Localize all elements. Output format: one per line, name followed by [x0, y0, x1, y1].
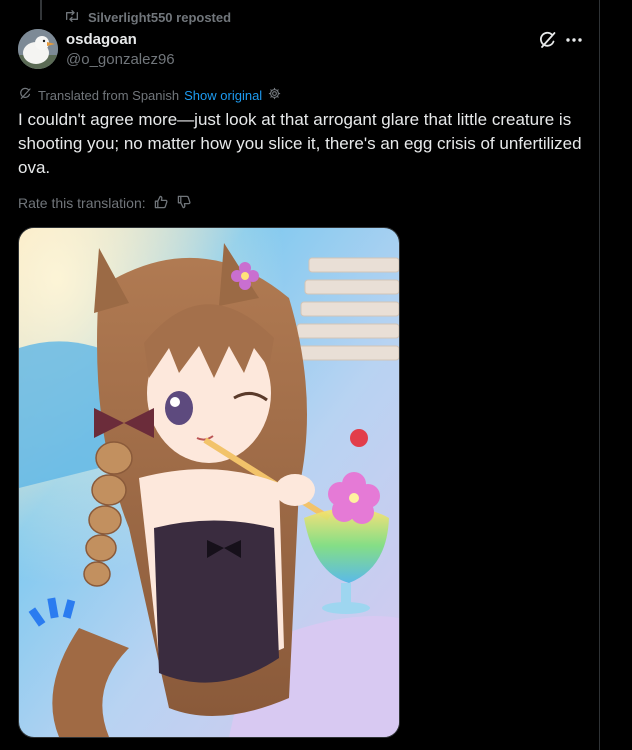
translation-notice: Translated from Spanish Show original [18, 86, 282, 104]
thumbs-down-icon[interactable] [176, 194, 192, 213]
rate-label: Rate this translation: [18, 195, 146, 211]
post-text: I couldn't agree more—just look at that … [18, 110, 582, 177]
translation-prefix: Translated from Spanish [38, 87, 180, 103]
column-border [599, 0, 600, 750]
thread-line [40, 0, 42, 20]
repost-indicator[interactable]: Silverlight550 reposted [64, 8, 231, 26]
post-image[interactable] [18, 227, 400, 738]
more-icon[interactable] [564, 30, 584, 50]
grok-icon[interactable] [538, 30, 558, 50]
avatar[interactable] [18, 29, 58, 69]
repost-text: Silverlight550 reposted [88, 9, 232, 25]
gear-icon[interactable] [267, 86, 282, 104]
author-handle[interactable]: @o_gonzalez96 [66, 51, 175, 68]
author-name[interactable]: osdagoan [66, 31, 137, 48]
translate-icon [18, 86, 33, 104]
repost-icon [64, 8, 80, 27]
thumbs-up-icon[interactable] [153, 194, 169, 213]
show-original-link[interactable]: Show original [184, 88, 262, 103]
rate-translation: Rate this translation: [18, 194, 192, 212]
